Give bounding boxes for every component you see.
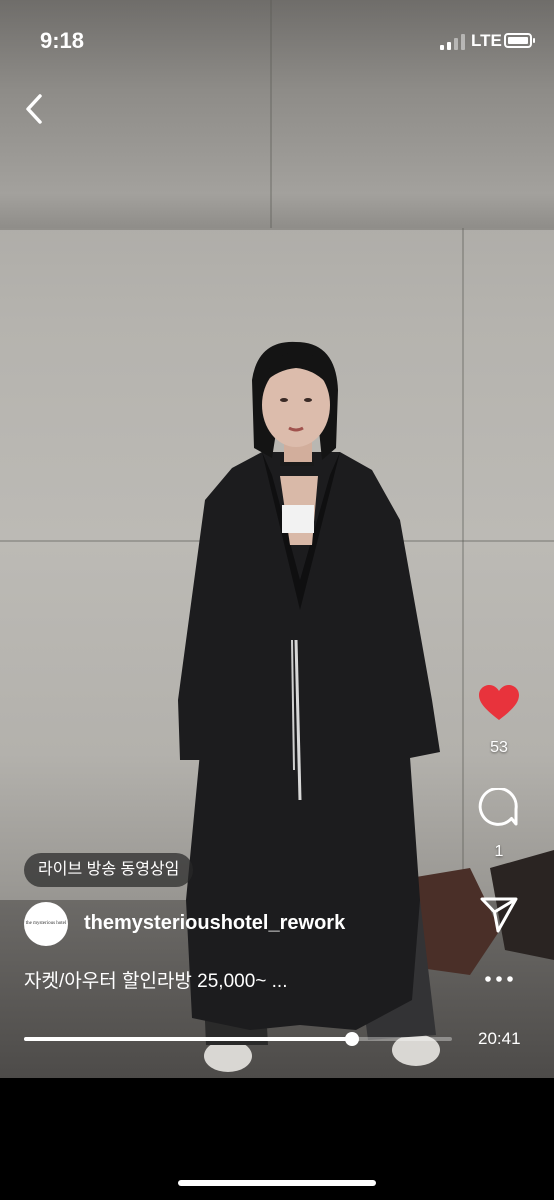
comment-icon	[478, 786, 518, 826]
video-progress-bar[interactable]	[24, 1032, 452, 1046]
status-time: 9:18	[40, 28, 85, 53]
live-replay-badge: 라이브 방송 동영상임	[24, 853, 194, 887]
comment-button[interactable]	[444, 786, 554, 835]
share-button[interactable]	[444, 896, 554, 939]
signal-strength-icon	[440, 34, 465, 50]
carrier-label: LTE	[471, 31, 502, 50]
send-icon	[480, 897, 518, 933]
battery-icon	[504, 33, 535, 48]
more-button[interactable]	[444, 970, 554, 988]
back-chevron-icon[interactable]	[20, 92, 50, 126]
like-button[interactable]	[444, 684, 554, 727]
avatar[interactable]: the mysterious hotel	[24, 902, 68, 946]
home-indicator	[178, 1180, 376, 1186]
comment-count: 1	[494, 843, 504, 860]
username-link[interactable]: themysterioushotel_rework	[84, 912, 345, 935]
video-duration: 20:41	[478, 1029, 521, 1048]
progress-fill	[24, 1037, 353, 1041]
more-icon	[485, 976, 513, 982]
post-caption[interactable]: 자켓/아우터 할인라방 25,000~ ...	[24, 966, 287, 993]
like-count: 53	[490, 739, 508, 756]
heart-icon	[479, 685, 519, 720]
status-bar: 9:18 LTE	[0, 0, 554, 80]
avatar-logo: the mysterious hotel	[25, 921, 67, 926]
